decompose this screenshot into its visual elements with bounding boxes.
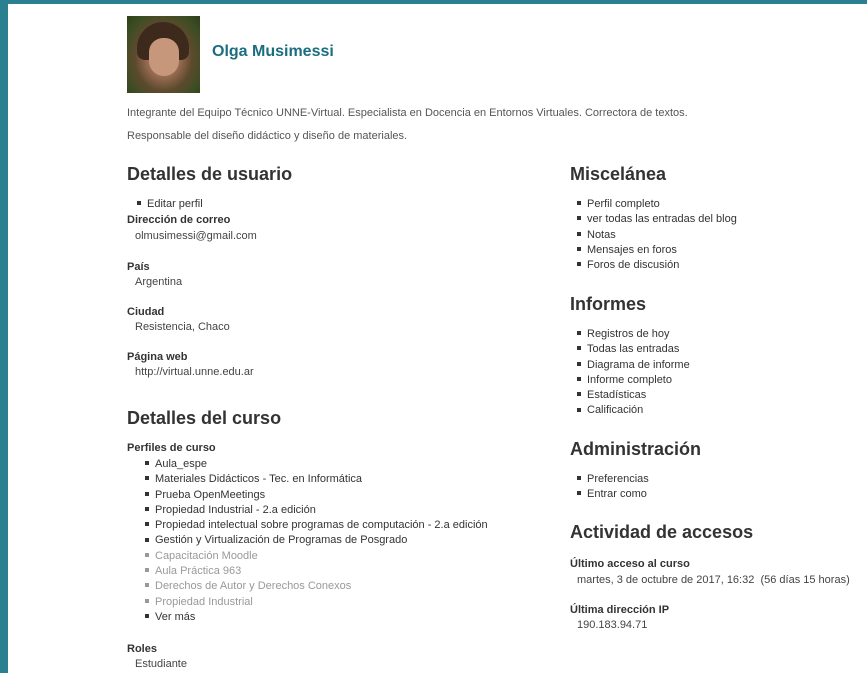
course-link-hidden[interactable]: Propiedad Industrial [145,595,488,610]
statistics-link[interactable]: Estadísticas [577,388,690,403]
page-frame: Olga Musimessi Integrante del Equipo Téc… [0,0,867,673]
user-details-actions: Editar perfil [137,197,203,212]
course-link[interactable]: Propiedad intelectual sobre programas de… [145,518,488,533]
last-ip-value[interactable]: 190.183.94.71 [577,619,647,631]
city-label: Ciudad [127,306,165,318]
misc-list: Perfil completo ver todas las entradas d… [577,197,737,273]
course-link[interactable]: Propiedad Industrial - 2.a edición [145,503,488,518]
course-profiles-label: Perfiles de curso [127,442,216,454]
course-list: Aula_espe Materiales Didácticos - Tec. e… [145,457,488,625]
misc-heading: Miscelánea [570,164,667,184]
email-value[interactable]: olmusimessi@gmail.com [135,230,257,242]
profile-description-line2: Responsable del diseño didáctico y diseñ… [127,130,408,142]
preferences-link[interactable]: Preferencias [577,472,649,487]
edit-profile-link[interactable]: Editar perfil [137,197,203,212]
reports-heading: Informes [570,294,647,314]
last-access-label: Último acceso al curso [570,558,690,570]
web-label: Página web [127,351,188,363]
admin-list: Preferencias Entrar como [577,472,649,503]
roles-label: Roles [127,643,157,655]
roles-value: Estudiante [135,658,187,670]
course-details-heading: Detalles del curso [127,408,282,428]
course-link[interactable]: Prueba OpenMeetings [145,488,488,503]
reports-list: Registros de hoy Todas las entradas Diag… [577,327,690,419]
course-link-hidden[interactable]: Aula Práctica 963 [145,564,488,579]
profile-description-line1: Integrante del Equipo Técnico UNNE-Virtu… [127,107,688,119]
course-link[interactable]: Aula_espe [145,457,488,472]
access-heading: Actividad de accesos [570,522,754,542]
user-details-heading: Detalles de usuario [127,164,293,184]
city-value: Resistencia, Chaco [135,321,230,333]
blog-entries-link[interactable]: ver todas las entradas del blog [577,212,737,227]
user-fullname: Olga Musimessi [212,43,334,60]
full-profile-link[interactable]: Perfil completo [577,197,737,212]
login-as-link[interactable]: Entrar como [577,487,649,502]
complete-report-link[interactable]: Informe completo [577,373,690,388]
forum-posts-link[interactable]: Mensajes en foros [577,243,737,258]
today-logs-link[interactable]: Registros de hoy [577,327,690,342]
course-link[interactable]: Materiales Didácticos - Tec. en Informát… [145,472,488,487]
course-link-hidden[interactable]: Derechos de Autor y Derechos Conexos [145,579,488,594]
email-label: Dirección de correo [127,214,231,226]
last-access-value: martes, 3 de octubre de 2017, 16:32 (56 … [577,574,850,586]
country-value: Argentina [135,276,183,288]
notes-link[interactable]: Notas [577,228,737,243]
outline-report-link[interactable]: Diagrama de informe [577,358,690,373]
admin-heading: Administración [570,439,702,459]
forum-discussions-link[interactable]: Foros de discusión [577,258,737,273]
see-more-link[interactable]: Ver más [145,610,488,625]
last-ip-label: Última dirección IP [570,604,670,616]
avatar-face [149,38,179,76]
course-link-hidden[interactable]: Capacitación Moodle [145,549,488,564]
grade-link[interactable]: Calificación [577,403,690,418]
web-value[interactable]: http://virtual.unne.edu.ar [135,366,254,378]
country-label: País [127,261,150,273]
course-link[interactable]: Gestión y Virtualización de Programas de… [145,533,488,548]
all-logs-link[interactable]: Todas las entradas [577,342,690,357]
avatar[interactable] [127,16,200,93]
